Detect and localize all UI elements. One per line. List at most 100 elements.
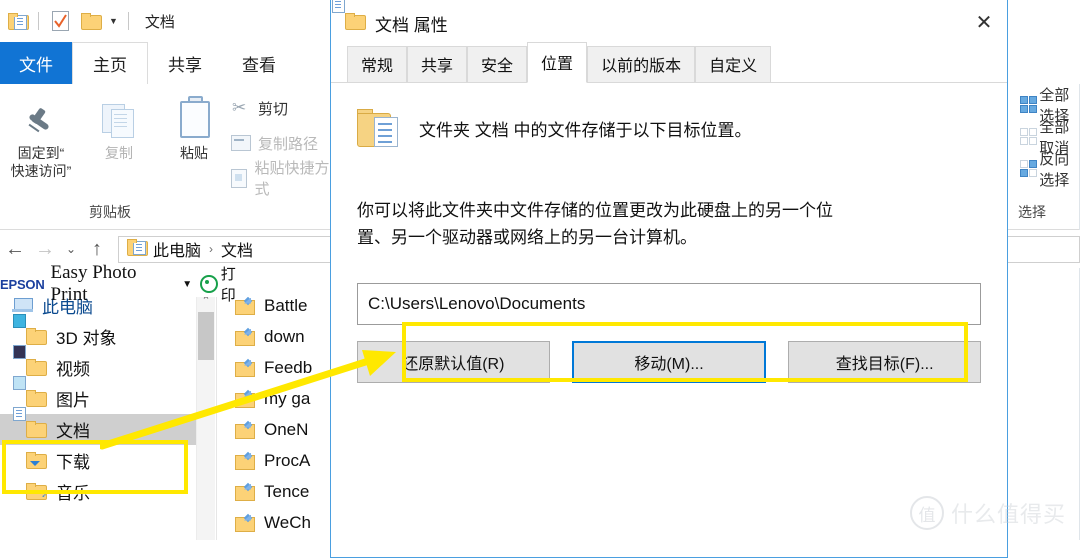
copy-button[interactable]: 复制 xyxy=(80,92,158,162)
description-line-1: 你可以将此文件夹中文件存储的位置更改为此硬盘上的另一个位 xyxy=(357,201,833,220)
navigation-pane-scrollbar[interactable]: ⌃ xyxy=(196,290,215,540)
folder-icon[interactable] xyxy=(77,8,103,34)
paste-icon xyxy=(155,92,233,140)
select-group-label: 选择 xyxy=(1018,204,1046,220)
sidebar-label-pictures: 图片 xyxy=(56,391,90,410)
sidebar-label-documents: 文档 xyxy=(56,422,90,441)
copy-path-icon xyxy=(230,133,252,153)
sidebar-label-videos: 视频 xyxy=(56,360,90,379)
window-title: 文档 xyxy=(144,13,175,31)
list-item[interactable]: OneN xyxy=(217,414,347,445)
tab-view[interactable]: 查看 xyxy=(222,42,296,84)
file-list-pane: Battle down Feedb my ga OneN ProcA Tence… xyxy=(216,290,347,540)
tab-share[interactable]: 共享 xyxy=(148,42,222,84)
folder-path-input[interactable]: C:\Users\Lenovo\Documents xyxy=(357,283,981,325)
find-target-button[interactable]: 查找目标(F)... xyxy=(788,341,982,383)
select-none-icon xyxy=(1020,128,1037,146)
documents-folder-icon xyxy=(332,0,367,33)
invert-selection-label: 反向选择 xyxy=(1039,151,1070,189)
folder-shortcut-icon xyxy=(235,451,255,469)
folder-shortcut-icon xyxy=(235,389,255,407)
folder-documents-icon xyxy=(13,406,48,439)
copy-path-button[interactable]: 复制路径 xyxy=(230,129,318,157)
tab-previous-versions[interactable]: 以前的版本 xyxy=(587,46,696,82)
invert-selection-button[interactable]: 反向选择 xyxy=(1020,151,1080,189)
checkmark-document-icon[interactable] xyxy=(47,8,73,34)
epson-brand-label: EPSON xyxy=(0,276,45,292)
epson-easy-photo-print-toolbar[interactable]: EPSON Easy Photo Print ▼ 打印 xyxy=(0,262,250,305)
breadcrumb-item-documents[interactable]: 文档 xyxy=(221,237,253,261)
restore-default-button[interactable]: 还原默认值(R) xyxy=(357,341,550,383)
sidebar-item-music[interactable]: ♪ 音乐 xyxy=(0,476,196,507)
move-button[interactable]: 移动(M)... xyxy=(571,341,767,383)
select-none-button[interactable]: 全部取消 xyxy=(1020,119,1080,157)
cut-button[interactable]: ✂ 剪切 xyxy=(230,94,288,122)
folder-pictures-icon xyxy=(13,375,48,408)
epson-print-button[interactable]: 打印 xyxy=(200,263,250,305)
tab-home[interactable]: 主页 xyxy=(72,42,148,85)
sidebar-item-downloads[interactable]: 下载 xyxy=(0,445,196,476)
tab-location[interactable]: 位置 xyxy=(527,42,588,83)
pin-icon xyxy=(2,92,80,140)
copy-path-label: 复制路径 xyxy=(258,135,319,153)
scissors-icon: ✂ xyxy=(232,98,247,117)
paste-button[interactable]: 粘贴 xyxy=(155,92,233,162)
breadcrumb-folder-icon xyxy=(127,238,148,260)
breadcrumb-item-pc[interactable]: 此电脑 xyxy=(153,237,201,261)
folder-shortcut-icon xyxy=(235,482,255,500)
sidebar-item-pictures[interactable]: 图片 xyxy=(0,375,196,414)
toolbar-divider-2 xyxy=(127,12,129,30)
epson-app-name: Easy Photo Print xyxy=(50,262,137,305)
print-icon xyxy=(200,275,218,293)
tab-customize[interactable]: 自定义 xyxy=(695,46,772,82)
sidebar-label-downloads: 下载 xyxy=(56,453,90,472)
folder-properties-dialog: 文档 属性 ✕ 常规 共享 安全 位置 以前的版本 自定义 文件夹 文档 中的文… xyxy=(330,0,1008,558)
sidebar-label-3d-objects: 3D 对象 xyxy=(56,329,117,348)
list-item[interactable]: my ga xyxy=(217,383,347,414)
sidebar-item-documents[interactable]: 文档 xyxy=(0,406,196,445)
list-item[interactable]: Tence xyxy=(217,476,347,507)
select-all-button[interactable]: 全部选择 xyxy=(1020,87,1080,125)
back-button[interactable]: ← xyxy=(0,234,30,264)
dialog-body: 文件夹 文档 中的文件存储于以下目标位置。 你可以将此文件夹中文件存储的位置更改… xyxy=(331,83,1007,383)
list-item-label: Feedb xyxy=(264,357,313,377)
list-item-label: Battle xyxy=(264,295,308,315)
breadcrumb-separator: › xyxy=(209,242,214,256)
scrollbar-thumb[interactable] xyxy=(198,312,214,360)
up-button[interactable]: ↑ xyxy=(82,234,112,264)
documents-folder-large-icon xyxy=(357,109,403,151)
pin-to-quick-access-button[interactable]: 固定到“ 快速访问” xyxy=(2,92,80,180)
list-item[interactable]: WeCh xyxy=(217,507,347,538)
close-icon[interactable]: ✕ xyxy=(961,0,1007,45)
invert-selection-icon xyxy=(1020,160,1037,178)
paste-label: 粘贴 xyxy=(180,145,208,161)
list-item-label: Tence xyxy=(264,481,310,501)
tab-sharing[interactable]: 共享 xyxy=(407,46,468,82)
paste-shortcut-button[interactable]: 粘贴快捷方式 xyxy=(230,160,330,198)
list-item-label: OneN xyxy=(264,419,309,439)
pin-label-line2: 快速访问” xyxy=(10,163,72,179)
this-pc-icon xyxy=(12,297,34,315)
folder-document-icon[interactable] xyxy=(4,8,30,34)
sidebar-item-3d-objects[interactable]: 3D 对象 xyxy=(0,313,196,352)
tab-security[interactable]: 安全 xyxy=(467,46,528,82)
tab-general[interactable]: 常规 xyxy=(347,46,408,82)
watermark: 值 什么值得买 xyxy=(909,496,1066,530)
list-item-label: down xyxy=(264,326,305,346)
clipboard-group-label: 剪贴板 xyxy=(89,204,131,220)
tab-file[interactable]: 文件 xyxy=(0,42,72,84)
list-item[interactable]: ProcA xyxy=(217,445,347,476)
folder-music-icon: ♪ xyxy=(41,487,48,500)
list-item[interactable]: Feedb xyxy=(217,352,347,383)
pin-label-line1: 固定到“ xyxy=(17,145,65,161)
recent-locations-button[interactable]: ⌄ xyxy=(60,234,82,264)
folder-shortcut-icon xyxy=(235,327,255,345)
epson-chevron-down-icon[interactable]: ▼ xyxy=(182,279,192,290)
list-item[interactable]: down xyxy=(217,321,347,352)
path-section: C:\Users\Lenovo\Documents 还原默认值(R) 移动(M)… xyxy=(357,283,982,383)
chevron-down-icon[interactable]: ▼ xyxy=(109,16,118,26)
paste-shortcut-icon xyxy=(230,168,248,188)
sidebar-item-videos[interactable]: 视频 xyxy=(0,344,196,383)
forward-button[interactable]: → xyxy=(30,234,60,264)
copy-icon xyxy=(80,92,158,140)
